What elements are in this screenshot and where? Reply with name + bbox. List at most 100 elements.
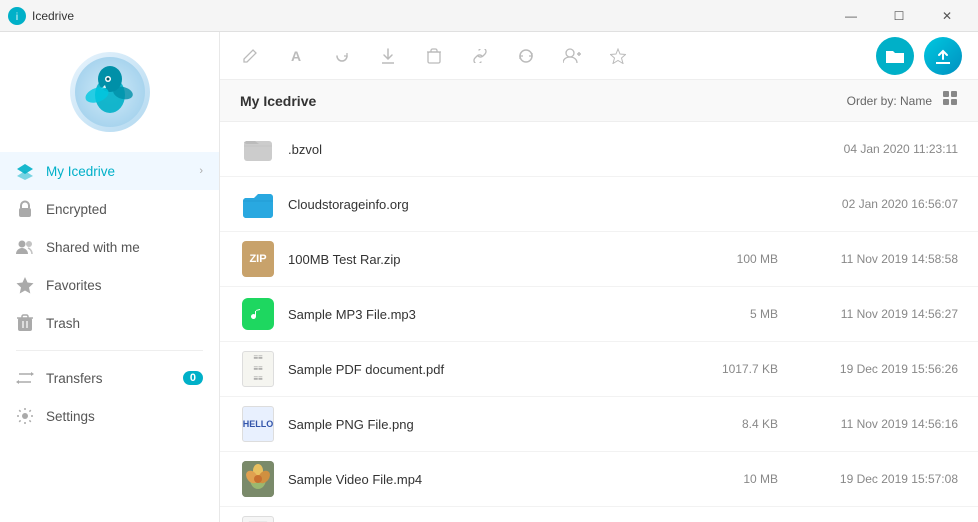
file-icon [240,296,276,332]
file-icon [240,461,276,497]
close-button[interactable]: ✕ [924,0,970,32]
nav-divider [16,350,203,351]
titlebar: i Icedrive — ☐ ✕ [0,0,978,32]
sidebar-item-trash[interactable]: Trash [0,304,219,342]
file-list-header-right: Order by: Name [847,90,958,111]
brand-logo-icon [75,57,145,127]
users-icon [16,238,34,256]
file-date: 11 Nov 2019 14:56:27 [798,307,958,321]
file-icon [240,186,276,222]
transfers-icon [16,369,34,387]
file-size: 5 MB [688,307,778,321]
file-name: Sample Video File.mp4 [288,472,688,487]
file-name: Sample MP3 File.mp3 [288,307,688,322]
sidebar-item-label: Shared with me [46,240,140,255]
file-icon: ≡≡≡≡≡≡ [240,351,276,387]
minimize-button[interactable]: — [828,0,874,32]
table-row[interactable]: Sample Word Document.docx 11.3 KB 19 Dec… [220,507,978,522]
table-row[interactable]: HELLO Sample PNG File.png 8.4 KB 11 Nov … [220,397,978,452]
sidebar-item-shared-with-me[interactable]: Shared with me [0,228,219,266]
sidebar-item-my-icedrive[interactable]: My Icedrive › [0,152,219,190]
file-date: 02 Jan 2020 16:56:07 [798,197,958,211]
star-icon [16,276,34,294]
file-name: .bzvol [288,142,688,157]
file-date: 11 Nov 2019 14:58:58 [798,252,958,266]
main-layout: My Icedrive › Encrypted [0,32,978,522]
favorite-button[interactable] [604,42,632,70]
content-area: A [220,32,978,522]
table-row[interactable]: ≡≡≡≡≡≡ Sample PDF document.pdf 1017.7 KB… [220,342,978,397]
file-name: Sample PNG File.png [288,417,688,432]
file-date: 19 Dec 2019 15:57:08 [798,472,958,486]
sidebar-item-transfers[interactable]: Transfers 0 [0,359,219,397]
file-date: 11 Nov 2019 14:56:16 [798,417,958,431]
png-icon: HELLO [242,406,274,442]
app-logo-icon: i [8,7,26,25]
sidebar-nav: My Icedrive › Encrypted [0,152,219,522]
file-size: 100 MB [688,252,778,266]
order-by-label: Order by: Name [847,94,932,108]
download-button[interactable] [374,42,402,70]
file-size: 8.4 KB [688,417,778,431]
file-size: 10 MB [688,472,778,486]
table-row[interactable]: Cloudstorageinfo.org 02 Jan 2020 16:56:0… [220,177,978,232]
sidebar: My Icedrive › Encrypted [0,32,220,522]
app-title: Icedrive [32,9,74,23]
titlebar-left: i Icedrive [8,7,74,25]
sidebar-item-label: Transfers [46,371,103,386]
text-icon: A [291,48,301,64]
toolbar: A [220,32,978,80]
grid-view-button[interactable] [942,90,958,111]
layers-icon [16,162,34,180]
table-row[interactable]: Sample Video File.mp4 10 MB 19 Dec 2019 … [220,452,978,507]
video-icon [242,461,274,497]
sidebar-item-label: My Icedrive [46,164,115,179]
rotate-button[interactable] [328,42,356,70]
link-button[interactable] [466,42,494,70]
trash-icon [16,314,34,332]
toolbar-left: A [236,42,632,70]
file-size: 1017.7 KB [688,362,778,376]
svg-text:i: i [16,12,18,23]
sidebar-logo-area [0,42,219,152]
open-folder-button[interactable] [876,37,914,75]
sidebar-item-label: Favorites [46,278,102,293]
gear-icon [16,407,34,425]
file-list-header: My Icedrive Order by: Name [220,80,978,122]
file-icon [240,131,276,167]
sidebar-item-label: Settings [46,409,95,424]
file-name: Cloudstorageinfo.org [288,197,688,212]
maximize-button[interactable]: ☐ [876,0,922,32]
docx-icon [242,516,274,522]
table-row[interactable]: ZIP 100MB Test Rar.zip 100 MB 11 Nov 201… [220,232,978,287]
sidebar-item-favorites[interactable]: Favorites [0,266,219,304]
file-date: 04 Jan 2020 11:23:11 [798,142,958,156]
file-name: Sample PDF document.pdf [288,362,688,377]
sidebar-item-encrypted[interactable]: Encrypted [0,190,219,228]
file-date: 19 Dec 2019 15:56:26 [798,362,958,376]
text-button[interactable]: A [282,42,310,70]
file-name: 100MB Test Rar.zip [288,252,688,267]
transfers-badge: 0 [183,371,203,385]
upload-button[interactable] [924,37,962,75]
file-list: .bzvol 04 Jan 2020 11:23:11 Cloudstorage… [220,122,978,522]
lock-icon [16,200,34,218]
file-icon: HELLO [240,406,276,442]
zip-icon: ZIP [242,241,274,277]
toolbar-right [876,37,962,75]
file-icon: ZIP [240,241,276,277]
table-row[interactable]: Sample MP3 File.mp3 5 MB 11 Nov 2019 14:… [220,287,978,342]
mp3-icon [242,298,274,330]
sidebar-item-label: Encrypted [46,202,107,217]
edit-button[interactable] [236,42,264,70]
sidebar-item-label: Trash [46,316,80,331]
sidebar-item-settings[interactable]: Settings [0,397,219,435]
refresh-button[interactable] [512,42,540,70]
file-icon [240,516,276,522]
delete-button[interactable] [420,42,448,70]
add-user-button[interactable] [558,42,586,70]
chevron-right-icon: › [199,165,203,177]
sidebar-logo [70,52,150,132]
table-row[interactable]: .bzvol 04 Jan 2020 11:23:11 [220,122,978,177]
window-controls: — ☐ ✕ [828,0,970,32]
